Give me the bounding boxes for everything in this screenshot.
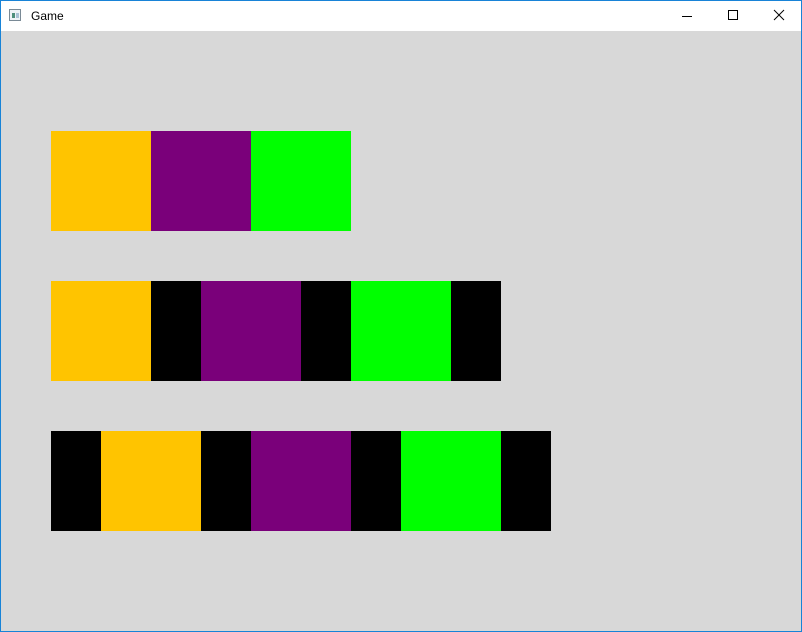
block-row-2	[51, 281, 501, 381]
block-row-3	[51, 431, 551, 531]
maximize-button[interactable]	[709, 1, 755, 31]
black-block	[301, 281, 351, 381]
game-canvas[interactable]	[1, 31, 801, 631]
app-window-icon	[9, 9, 21, 21]
minimize-button[interactable]	[663, 1, 709, 31]
orange-block	[51, 131, 151, 231]
green-block	[351, 281, 451, 381]
close-button[interactable]	[755, 1, 801, 31]
game-window: Game	[0, 0, 802, 632]
black-block	[151, 281, 201, 381]
black-block	[201, 431, 251, 531]
black-block	[51, 431, 101, 531]
maximize-icon	[728, 10, 738, 20]
purple-block	[251, 431, 351, 531]
black-block	[501, 431, 551, 531]
title-bar[interactable]: Game	[1, 1, 801, 31]
close-icon	[773, 9, 785, 21]
green-block	[251, 131, 351, 231]
orange-block	[101, 431, 201, 531]
black-block	[351, 431, 401, 531]
window-title: Game	[31, 9, 64, 23]
block-row-1	[51, 131, 351, 231]
green-block	[401, 431, 501, 531]
purple-block	[151, 131, 251, 231]
orange-block	[51, 281, 151, 381]
black-block	[451, 281, 501, 381]
purple-block	[201, 281, 301, 381]
minimize-icon	[682, 16, 692, 17]
